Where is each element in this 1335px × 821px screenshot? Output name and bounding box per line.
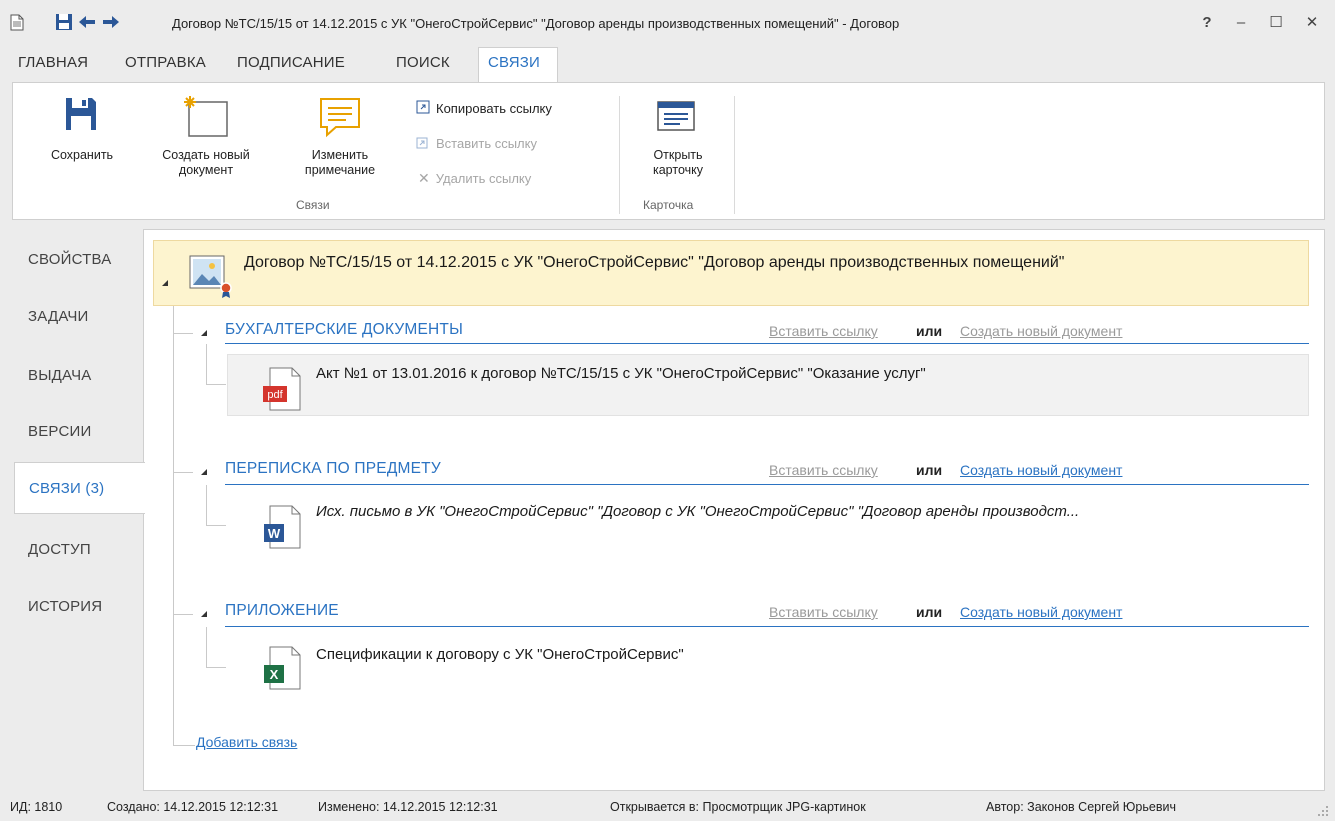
tree-line	[206, 344, 207, 384]
collapse-triangle-icon[interactable]	[201, 330, 207, 336]
tree-line	[173, 306, 174, 746]
tab-links[interactable]: СВЯЗИ	[488, 54, 540, 71]
status-author: Автор: Законов Сергей Юрьевич	[986, 800, 1176, 814]
create-document-button[interactable]: Создать новый документ	[143, 96, 269, 196]
note-label-1: Изменить	[311, 148, 369, 162]
create-label-2: документ	[178, 163, 234, 177]
save-icon[interactable]	[55, 13, 73, 31]
minimize-button[interactable]: –	[1227, 10, 1255, 34]
open-card-label-2: карточку	[652, 163, 703, 177]
tree-line	[206, 525, 226, 526]
copy-link-label: Копировать ссылку	[436, 101, 552, 116]
nav-issue[interactable]: ВЫДАЧА	[14, 349, 144, 401]
create-document-link-accounting[interactable]: Создать новый документ	[960, 323, 1122, 339]
document-app-icon[interactable]	[8, 13, 26, 31]
word-file-icon: W	[262, 504, 302, 553]
tree-line	[173, 745, 195, 746]
copy-link-button[interactable]: Копировать ссылку	[416, 100, 552, 117]
section-underline	[225, 626, 1309, 627]
section-underline	[225, 343, 1309, 344]
back-arrow-icon[interactable]	[78, 13, 96, 31]
collapse-triangle-icon[interactable]	[201, 469, 207, 475]
tree-line	[173, 333, 193, 334]
group-card-label: Карточка	[643, 198, 694, 212]
tab-send[interactable]: ОТПРАВКА	[125, 54, 206, 71]
or-text: или	[916, 462, 943, 478]
maximize-button[interactable]: ☐	[1262, 10, 1290, 34]
paste-link-label: Вставить ссылку	[436, 136, 537, 151]
create-label-1: Создать новый	[162, 148, 250, 162]
status-id: ИД: 1810	[10, 800, 63, 814]
paste-link-attachment[interactable]: Вставить ссылку	[769, 604, 878, 620]
main-document-title[interactable]: Договор №ТС/15/15 от 14.12.2015 с УК "Он…	[244, 254, 1064, 272]
linked-document-row[interactable]	[227, 354, 1309, 416]
paste-link-correspondence[interactable]: Вставить ссылку	[769, 462, 878, 478]
or-text: или	[916, 604, 943, 620]
open-card-button[interactable]: Открыть карточку	[632, 96, 724, 196]
open-card-label-1: Открыть	[653, 148, 703, 162]
pdf-file-icon: pdf	[262, 366, 302, 415]
window-title: Договор №ТС/15/15 от 14.12.2015 с УК "Он…	[172, 16, 900, 31]
section-underline	[225, 484, 1309, 485]
linked-document-title[interactable]: Спецификации к договору с УК "ОнегоСтрой…	[316, 646, 684, 663]
note-label-2: примечание	[304, 163, 376, 177]
delete-link-label: Удалить ссылку	[435, 171, 532, 186]
nav-properties[interactable]: СВОЙСТВА	[14, 233, 144, 285]
excel-file-icon: X	[262, 645, 302, 694]
card-icon	[656, 100, 696, 135]
linked-document-title[interactable]: Исх. письмо в УК "ОнегоСтройСервис" "Дог…	[316, 503, 1079, 520]
group-links-label: Связи	[296, 198, 330, 212]
delete-link-icon: ✕	[418, 170, 430, 186]
tree-line	[206, 667, 226, 668]
paste-link-button[interactable]: Вставить ссылку	[416, 135, 537, 152]
ribbon-separator	[734, 96, 735, 214]
close-button[interactable]: ✕	[1298, 10, 1326, 34]
section-title-correspondence: ПЕРЕПИСКА ПО ПРЕДМЕТУ	[225, 460, 441, 477]
nav-tasks[interactable]: ЗАДАЧИ	[14, 290, 144, 342]
paste-link-accounting[interactable]: Вставить ссылку	[769, 323, 878, 339]
nav-access[interactable]: ДОСТУП	[14, 523, 144, 575]
speech-note-icon	[318, 96, 362, 141]
help-button[interactable]: ?	[1193, 10, 1221, 34]
create-document-link-correspondence[interactable]: Создать новый документ	[960, 462, 1122, 478]
tree-line	[173, 614, 193, 615]
collapse-triangle-icon[interactable]	[162, 280, 168, 286]
delete-link-button[interactable]: ✕ Удалить ссылку	[418, 170, 531, 187]
status-created: Создано: 14.12.2015 12:12:31	[107, 800, 279, 814]
nav-versions[interactable]: ВЕРСИИ	[14, 405, 144, 457]
or-text: или	[916, 323, 943, 339]
status-opens-in: Открывается в: Просмотрщик JPG-картинок	[610, 800, 866, 814]
floppy-disk-icon	[64, 96, 98, 135]
new-document-icon	[183, 96, 229, 141]
resize-grip-icon[interactable]	[1317, 805, 1329, 820]
save-button[interactable]: Сохранить	[36, 96, 128, 196]
save-label: Сохранить	[50, 148, 114, 162]
forward-arrow-icon[interactable]	[102, 13, 120, 31]
copy-link-icon	[416, 100, 430, 117]
linked-document-title[interactable]: Акт №1 от 13.01.2016 к договор №ТС/15/15…	[316, 365, 926, 382]
collapse-triangle-icon[interactable]	[201, 611, 207, 617]
tab-main[interactable]: ГЛАВНАЯ	[18, 54, 88, 71]
tree-line	[173, 472, 193, 473]
image-document-icon	[188, 254, 238, 303]
status-modified: Изменено: 14.12.2015 12:12:31	[318, 800, 498, 814]
nav-links[interactable]: СВЯЗИ (3)	[14, 462, 145, 514]
section-title-attachment: ПРИЛОЖЕНИЕ	[225, 602, 339, 619]
tree-line	[206, 384, 226, 385]
nav-history[interactable]: ИСТОРИЯ	[14, 580, 144, 632]
svg-text:W: W	[268, 526, 281, 541]
section-title-accounting: БУХГАЛТЕРСКИЕ ДОКУМЕНТЫ	[225, 321, 464, 338]
tree-line	[206, 627, 207, 667]
edit-note-button[interactable]: Изменить примечание	[290, 96, 390, 196]
add-link-button[interactable]: Добавить связь	[196, 734, 297, 750]
svg-text:pdf: pdf	[267, 389, 283, 401]
tab-search[interactable]: ПОИСК	[396, 54, 450, 71]
svg-text:X: X	[270, 667, 279, 682]
main-document-row[interactable]	[153, 240, 1309, 306]
tree-line	[206, 485, 207, 525]
ribbon-separator	[619, 96, 620, 214]
paste-link-icon	[416, 135, 430, 152]
tab-signing[interactable]: ПОДПИСАНИЕ	[237, 54, 345, 71]
create-document-link-attachment[interactable]: Создать новый документ	[960, 604, 1122, 620]
